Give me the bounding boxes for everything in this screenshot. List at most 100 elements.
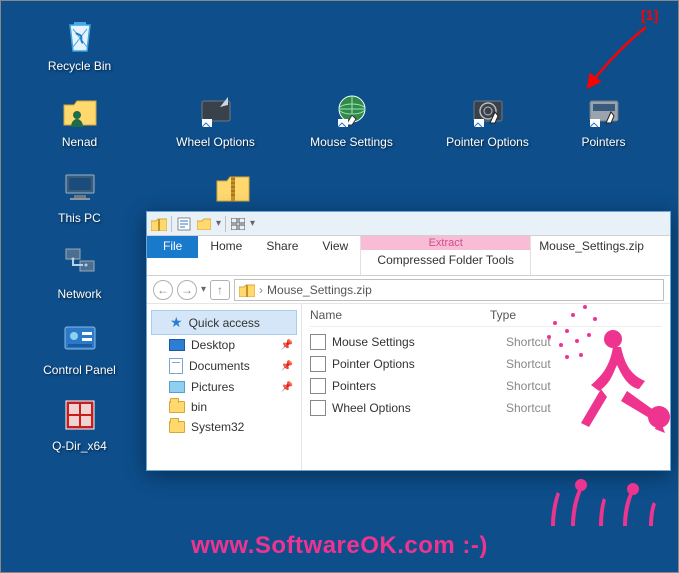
desktop-icon-q-dir[interactable]: Q-Dir_x64 bbox=[37, 393, 122, 453]
nav-item-documents[interactable]: Documents 📌 bbox=[147, 355, 301, 377]
nav-item-label: Desktop bbox=[191, 338, 235, 352]
desktop-icon-label: Recycle Bin bbox=[48, 59, 111, 73]
nav-forward-button[interactable]: → bbox=[177, 280, 197, 300]
file-row[interactable]: Pointers Shortcut bbox=[310, 375, 662, 397]
column-header-name[interactable]: Name bbox=[310, 308, 490, 322]
desktop-icon-label: Q-Dir_x64 bbox=[52, 439, 107, 453]
ribbon-tab-share[interactable]: Share bbox=[254, 236, 310, 258]
history-chevron-icon[interactable]: ▾ bbox=[201, 284, 206, 295]
nav-up-button[interactable]: ↑ bbox=[210, 280, 230, 300]
user-folder-icon bbox=[58, 89, 102, 133]
nav-item-label: Documents bbox=[189, 359, 250, 373]
file-row[interactable]: Mouse Settings Shortcut bbox=[310, 331, 662, 353]
file-row[interactable]: Pointer Options Shortcut bbox=[310, 353, 662, 375]
nav-item-desktop[interactable]: Desktop 📌 bbox=[147, 335, 301, 355]
desktop-icon-pointer-options[interactable]: Pointer Options bbox=[445, 89, 530, 149]
file-name: Mouse Settings bbox=[332, 335, 506, 349]
chevron-down-icon[interactable]: ▾ bbox=[216, 218, 221, 229]
nav-item-pictures[interactable]: Pictures 📌 bbox=[147, 377, 301, 397]
desktop-icon-label: This PC bbox=[58, 211, 101, 225]
zip-folder-icon bbox=[151, 216, 167, 232]
desktop-icon-label: Control Panel bbox=[43, 363, 116, 377]
file-type: Shortcut bbox=[506, 357, 662, 371]
explorer-window[interactable]: ▾ ▾ File Home Share View Extract Compres… bbox=[146, 211, 671, 471]
file-icon bbox=[310, 334, 326, 350]
control-panel-icon bbox=[58, 317, 102, 361]
desktop-icon-label: Wheel Options bbox=[176, 135, 255, 149]
star-icon: ★ bbox=[170, 314, 183, 331]
column-header-type[interactable]: Type bbox=[490, 308, 662, 322]
nav-item-label: bin bbox=[191, 400, 207, 414]
quick-access-toolbar: ▾ ▾ bbox=[147, 212, 670, 236]
breadcrumb-item[interactable]: Mouse_Settings.zip bbox=[267, 283, 372, 297]
file-icon bbox=[310, 356, 326, 372]
folder-icon bbox=[169, 401, 185, 413]
window-title: Mouse_Settings.zip bbox=[530, 236, 670, 275]
this-pc-icon bbox=[58, 165, 102, 209]
file-type: Shortcut bbox=[506, 401, 662, 415]
mouse-settings-icon bbox=[330, 89, 374, 133]
desktop-icon-wheel-options[interactable]: Wheel Options bbox=[173, 89, 258, 149]
file-row[interactable]: Wheel Options Shortcut bbox=[310, 397, 662, 419]
nav-item-label: Quick access bbox=[189, 316, 260, 330]
folder-icon bbox=[169, 421, 185, 433]
properties-icon[interactable] bbox=[176, 216, 192, 232]
pictures-icon bbox=[169, 381, 185, 393]
recycle-bin-icon bbox=[58, 13, 102, 57]
nav-back-button[interactable]: ← bbox=[153, 280, 173, 300]
content-pane[interactable]: Name Type Mouse Settings Shortcut Pointe… bbox=[302, 304, 670, 470]
address-field[interactable]: › Mouse_Settings.zip bbox=[234, 279, 664, 301]
desktop-icon-label: Nenad bbox=[62, 135, 97, 149]
desktop-icon-label: Pointers bbox=[581, 135, 625, 149]
file-icon bbox=[310, 378, 326, 394]
desktop-icon-pointers[interactable]: Pointers bbox=[561, 89, 646, 149]
nav-quick-access[interactable]: ★ Quick access bbox=[151, 310, 297, 335]
pin-icon: 📌 bbox=[281, 382, 293, 393]
navigation-pane[interactable]: ★ Quick access Desktop 📌 Documents 📌 Pic… bbox=[147, 304, 302, 470]
ribbon: File Home Share View Extract Compressed … bbox=[147, 236, 670, 276]
ribbon-context-tab[interactable]: Compressed Folder Tools bbox=[371, 250, 520, 267]
pin-icon: 📌 bbox=[281, 340, 293, 351]
new-folder-icon[interactable] bbox=[196, 216, 212, 232]
nav-item-system32[interactable]: System32 bbox=[147, 417, 301, 437]
desktop-icon-network[interactable]: Network bbox=[37, 241, 122, 301]
file-type: Shortcut bbox=[506, 379, 662, 393]
pointer-options-icon bbox=[466, 89, 510, 133]
network-icon bbox=[58, 241, 102, 285]
document-icon bbox=[169, 358, 183, 374]
nav-item-label: System32 bbox=[191, 420, 244, 434]
desktop-icon-label: Pointer Options bbox=[446, 135, 529, 149]
desktop-icon-mouse-settings[interactable]: Mouse Settings bbox=[309, 89, 394, 149]
zip-folder-icon bbox=[239, 283, 255, 297]
nav-item-label: Pictures bbox=[191, 380, 234, 394]
desktop-icon-label: Network bbox=[57, 287, 101, 301]
pin-icon: 📌 bbox=[281, 361, 293, 372]
address-bar: ← → ▾ ↑ › Mouse_Settings.zip bbox=[147, 276, 670, 304]
zip-folder-icon bbox=[211, 165, 255, 209]
desktop-icon-label: Mouse Settings bbox=[310, 135, 393, 149]
ribbon-tab-home[interactable]: Home bbox=[198, 236, 254, 258]
desktop-icon-nenad[interactable]: Nenad bbox=[37, 89, 122, 149]
column-headers[interactable]: Name Type bbox=[310, 308, 662, 327]
watermark-text: www.SoftwareOK.com :-) bbox=[1, 532, 678, 560]
ribbon-context-title: Extract bbox=[361, 236, 530, 250]
wheel-options-icon bbox=[194, 89, 238, 133]
desktop-icon-this-pc[interactable]: This PC bbox=[37, 165, 122, 225]
annotation-marker: [1] bbox=[641, 7, 658, 23]
file-type: Shortcut bbox=[506, 335, 662, 349]
pointers-icon bbox=[582, 89, 626, 133]
file-icon bbox=[310, 400, 326, 416]
desktop-icon-recycle-bin[interactable]: Recycle Bin bbox=[37, 13, 122, 73]
breadcrumb-sep: › bbox=[259, 283, 263, 297]
ribbon-tab-view[interactable]: View bbox=[310, 236, 360, 258]
nav-item-bin[interactable]: bin bbox=[147, 397, 301, 417]
file-name: Pointers bbox=[332, 379, 506, 393]
file-name: Wheel Options bbox=[332, 401, 506, 415]
q-dir-icon bbox=[58, 393, 102, 437]
desktop-icon-control-panel[interactable]: Control Panel bbox=[37, 317, 122, 377]
ribbon-file-tab[interactable]: File bbox=[147, 236, 198, 258]
file-name: Pointer Options bbox=[332, 357, 506, 371]
explorer-body: ★ Quick access Desktop 📌 Documents 📌 Pic… bbox=[147, 304, 670, 470]
chevron-down-icon[interactable]: ▾ bbox=[250, 218, 255, 229]
view-options-icon[interactable] bbox=[230, 216, 246, 232]
